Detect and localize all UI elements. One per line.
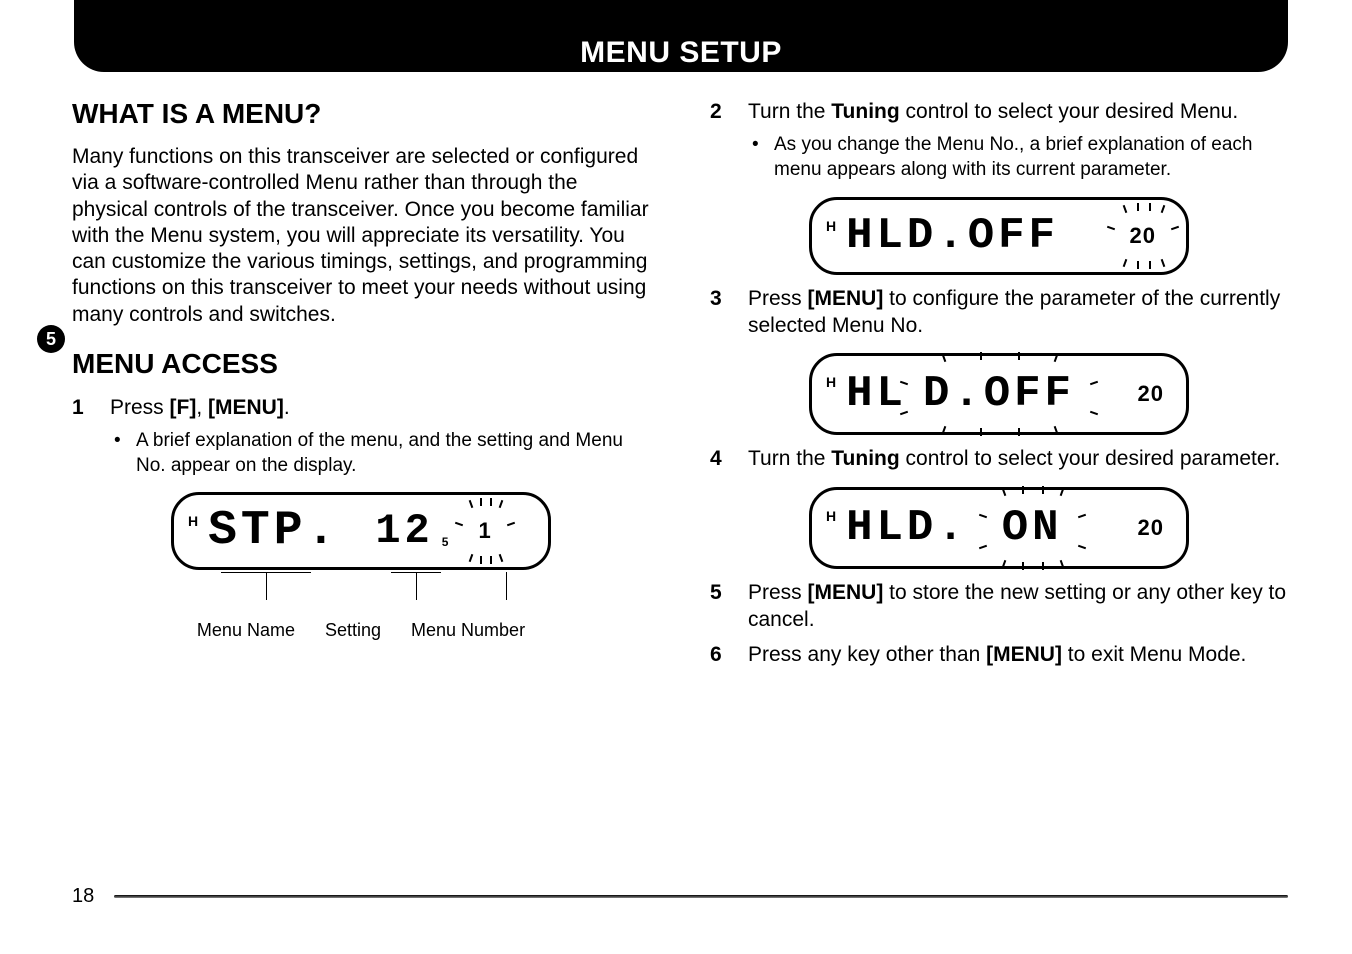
lcd-param-blink: D.OFF <box>915 366 1083 422</box>
lcd-menu-number-blink: 1 <box>470 512 499 550</box>
bullet-text: As you change the Menu No., a brief expl… <box>774 133 1288 182</box>
page-title: MENU SETUP <box>74 36 1288 70</box>
step-number: 4 <box>710 445 728 472</box>
header-band: MENU SETUP <box>74 0 1288 72</box>
lcd-figure-1: H STP. 12 5 1 Menu <box>72 492 650 570</box>
bullet-2: • As you change the Menu No., a brief ex… <box>752 133 1288 182</box>
lcd-menu-number: 1 <box>478 518 491 544</box>
lcd-h-indicator: H <box>826 218 836 234</box>
callout-menu-name: Menu Name <box>197 620 295 641</box>
bullet-1: • A brief explanation of the menu, and t… <box>114 429 650 478</box>
lcd-figure-2: H HLD.OFF 20 <box>710 197 1288 275</box>
bullet-dot-icon: • <box>114 429 122 478</box>
step-3: 3 Press [MENU] to configure the paramete… <box>710 285 1288 340</box>
section-body: Many functions on this transceiver are s… <box>72 144 650 328</box>
step-text: Press any key other than [MENU] to exit … <box>748 641 1246 668</box>
lcd-display: H HL D.OFF 20 <box>809 353 1189 435</box>
section-heading-what-is-menu: WHAT IS A MENU? <box>72 98 650 130</box>
step-text: Press [MENU] to store the new setting or… <box>748 579 1288 634</box>
lcd-param-blink: ON <box>994 500 1071 556</box>
left-column: WHAT IS A MENU? Many functions on this t… <box>72 98 650 874</box>
step-6: 6 Press any key other than [MENU] to exi… <box>710 641 1288 668</box>
callout-setting: Setting <box>325 620 381 641</box>
footer-rule <box>114 895 1288 898</box>
lcd-menu-number: 20 <box>1138 381 1164 407</box>
lcd-menu-number: 20 <box>1138 515 1164 541</box>
chapter-tab: 5 <box>37 325 65 353</box>
step-1: 1 Press [F], [MENU]. <box>72 394 650 421</box>
lcd-blink-text: D.OFF <box>923 372 1075 416</box>
lcd-text: HLD.OFF <box>846 214 1059 258</box>
page-footer: 18 <box>72 885 1288 908</box>
bullet-dot-icon: • <box>752 133 760 182</box>
step-4: 4 Turn the Tuning control to select your… <box>710 445 1288 472</box>
step-number: 1 <box>72 394 90 421</box>
step-number: 3 <box>710 285 728 340</box>
lcd-display: H HLD. ON 20 <box>809 487 1189 569</box>
section-heading-menu-access: MENU ACCESS <box>72 348 650 380</box>
lcd-figure-3: H HL D.OFF 20 <box>710 353 1288 435</box>
step-text: Press [F], [MENU]. <box>110 394 290 421</box>
lcd-h-indicator: H <box>188 513 198 529</box>
content-area: WHAT IS A MENU? Many functions on this t… <box>72 98 1288 874</box>
page-number: 18 <box>72 885 94 908</box>
step-text: Turn the Tuning control to select your d… <box>748 98 1238 125</box>
lcd-h-indicator: H <box>826 508 836 524</box>
lcd-prefix: HLD. <box>846 506 968 550</box>
step-number: 6 <box>710 641 728 668</box>
lcd-h-indicator: H <box>826 374 836 390</box>
right-column: 2 Turn the Tuning control to select your… <box>710 98 1288 874</box>
step-number: 2 <box>710 98 728 125</box>
lcd-setting-sub: 5 <box>442 535 449 549</box>
lcd-setting: 12 <box>375 510 433 552</box>
step-text: Turn the Tuning control to select your d… <box>748 445 1280 472</box>
lcd-display: H HLD.OFF 20 <box>809 197 1189 275</box>
lcd-menu-name: STP. <box>208 507 339 555</box>
lcd-menu-number-blink: 20 <box>1122 217 1164 255</box>
lcd-figure-4: H HLD. ON 20 <box>710 487 1288 569</box>
bullet-text: A brief explanation of the menu, and the… <box>136 429 650 478</box>
lcd-blink-text: ON <box>1002 506 1063 550</box>
step-2: 2 Turn the Tuning control to select your… <box>710 98 1288 125</box>
step-5: 5 Press [MENU] to store the new setting … <box>710 579 1288 634</box>
callout-menu-number: Menu Number <box>411 620 525 641</box>
step-number: 5 <box>710 579 728 634</box>
step-text: Press [MENU] to configure the parameter … <box>748 285 1288 340</box>
lcd-menu-number: 20 <box>1130 223 1156 249</box>
lcd-callouts: Menu Name Setting Menu Number <box>171 620 551 641</box>
lcd-prefix: HL <box>846 372 907 416</box>
lcd-display: H STP. 12 5 1 <box>171 492 551 570</box>
